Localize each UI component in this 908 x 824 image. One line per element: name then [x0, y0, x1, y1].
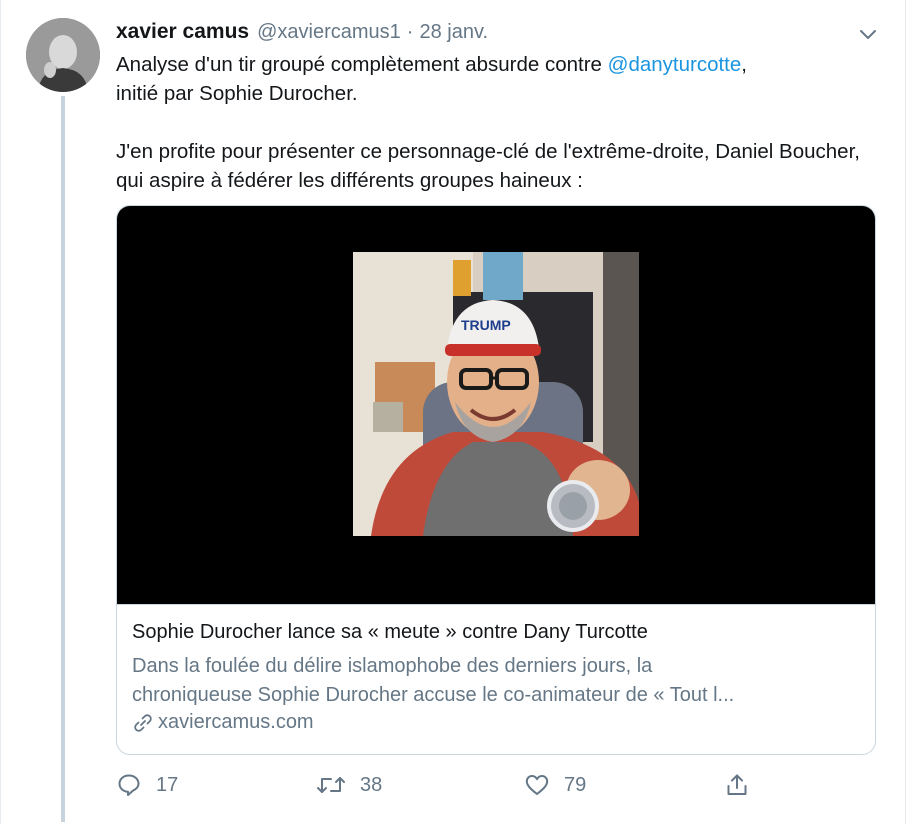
card-domain[interactable]: xaviercamus.com [158, 711, 314, 734]
separator-dot: · [406, 21, 414, 43]
like-button[interactable]: 79 [524, 768, 586, 802]
link-icon [132, 712, 154, 734]
share-button[interactable] [724, 768, 750, 802]
tweet-paragraph-2: J'en profite pour présenter ce personnag… [116, 140, 860, 192]
card-description-line2: chroniqueuse Sophie Durocher accuse le c… [132, 684, 735, 706]
retweet-count: 38 [360, 773, 383, 796]
tweet-actions: 17 38 79 [116, 768, 876, 802]
reply-icon[interactable] [116, 772, 142, 798]
like-count: 79 [564, 773, 587, 796]
avatar[interactable] [26, 18, 100, 92]
card-description-line1: Dans la foulée du délire islamophobe des… [132, 655, 653, 677]
tweet-date[interactable]: 28 janv. [419, 21, 488, 44]
share-icon[interactable] [724, 772, 750, 798]
tweet-text: Analyse d'un tir groupé complètement abs… [116, 50, 886, 195]
frame-right-border [905, 0, 906, 824]
card-domain-link[interactable]: xaviercamus.com [132, 711, 314, 734]
author-name[interactable]: xavier camus [116, 20, 249, 44]
tweet-text-line1: Analyse d'un tir groupé complètement abs… [116, 53, 608, 76]
frame-left-border [0, 0, 1, 824]
author-handle[interactable]: @xaviercamus1 [257, 21, 401, 44]
tweet-text-line2: initié par Sophie Durocher. [116, 82, 358, 105]
reply-count: 17 [156, 773, 179, 796]
card-title[interactable]: Sophie Durocher lance sa « meute » contr… [132, 621, 648, 644]
mention-link[interactable]: @danyturcotte [608, 53, 742, 76]
retweet-button[interactable]: 38 [316, 768, 382, 802]
link-card[interactable]: TRUMP Sophie Durocher lance sa « meute »… [116, 205, 876, 755]
card-photo: TRUMP [353, 252, 639, 536]
cap-text: TRUMP [461, 317, 511, 333]
card-body[interactable]: Sophie Durocher lance sa « meute » contr… [117, 604, 875, 754]
tweet-text-comma: , [741, 53, 747, 76]
chevron-down-icon[interactable] [856, 22, 880, 46]
tweet-header: xavier camus @xaviercamus1 · 28 janv. [116, 20, 878, 48]
card-image[interactable]: TRUMP [117, 206, 875, 604]
thread-line [61, 96, 65, 822]
heart-icon[interactable] [524, 772, 550, 798]
card-description: Dans la foulée du délire islamophobe des… [132, 652, 862, 710]
reply-button[interactable]: 17 [116, 768, 178, 802]
retweet-icon[interactable] [316, 772, 346, 798]
tweet-paragraph-1: Analyse d'un tir groupé complètement abs… [116, 50, 886, 108]
avatar-image [26, 18, 100, 92]
